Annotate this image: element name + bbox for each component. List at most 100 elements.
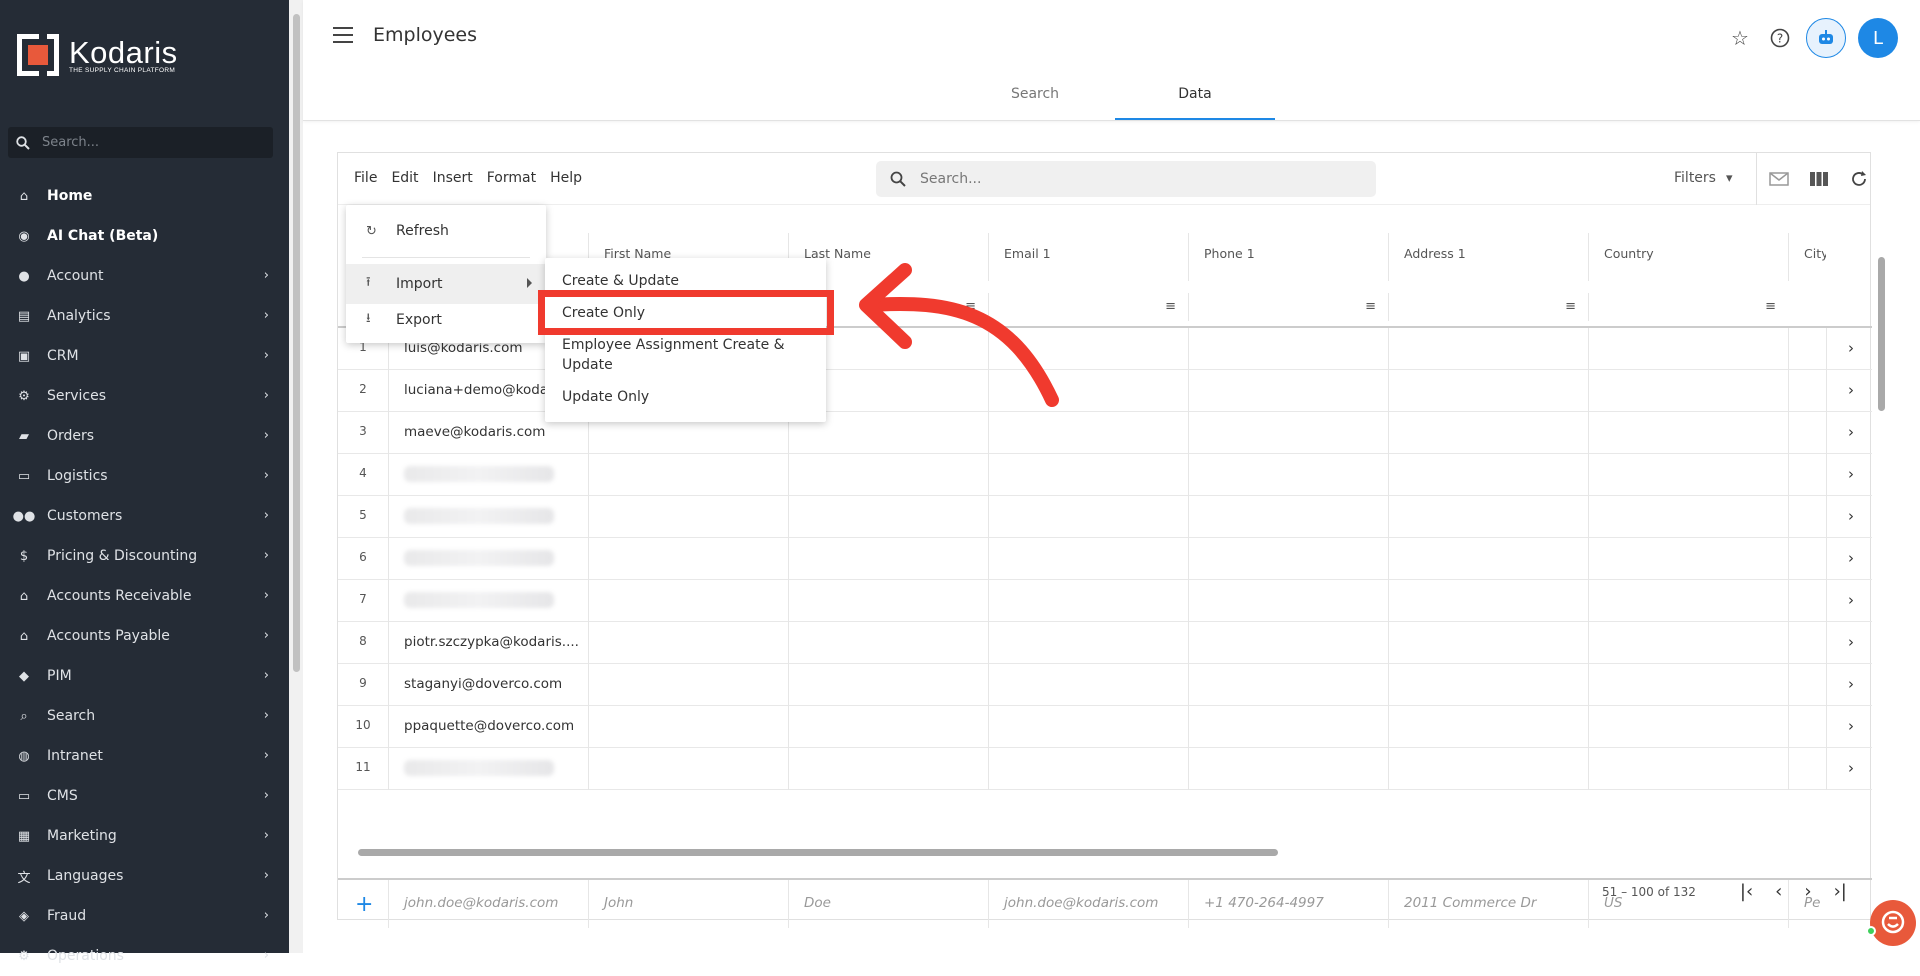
mail-icon[interactable] [1768, 168, 1790, 190]
filter-icon[interactable]: ≡ [965, 299, 976, 314]
table-cell[interactable] [1388, 622, 1588, 664]
sidebar-item-account[interactable]: ● Account › [0, 256, 289, 296]
sidebar-item-home[interactable]: ⌂ Home [0, 176, 289, 216]
star-icon[interactable]: ☆ [1728, 26, 1752, 50]
new-row-email[interactable]: john.doe@kodaris.com [988, 880, 1188, 928]
chevron-right-icon[interactable]: › [1848, 717, 1854, 735]
login-cell[interactable] [388, 748, 588, 790]
table-cell[interactable] [1388, 748, 1588, 790]
table-vertical-scrollbar[interactable] [1876, 237, 1886, 792]
sidebar-item-pim[interactable]: ◆ PIM › [0, 656, 289, 696]
login-cell[interactable] [388, 496, 588, 538]
column-header-country[interactable]: Country [1588, 233, 1788, 281]
menu-format[interactable]: Format [487, 170, 536, 186]
menu-help[interactable]: Help [550, 170, 582, 186]
chat-bubble-button[interactable] [1870, 900, 1916, 946]
table-cell[interactable] [1788, 580, 1826, 622]
chevron-right-icon[interactable]: › [1848, 675, 1854, 693]
sidebar-item-operations[interactable]: ⚙ Operations › [0, 936, 289, 976]
table-row[interactable]: 8 piotr.szczypka@kodaris.... › [338, 622, 1872, 664]
sidebar-item-logistics[interactable]: ▭ Logistics › [0, 456, 289, 496]
table-cell[interactable] [1188, 538, 1388, 580]
table-cell[interactable] [788, 664, 988, 706]
chevron-right-icon[interactable]: › [1848, 507, 1854, 525]
table-row[interactable]: 6 › [338, 538, 1872, 580]
chevron-right-icon[interactable]: › [1848, 423, 1854, 441]
chevron-right-icon[interactable]: › [1848, 339, 1854, 357]
menu-edit[interactable]: Edit [391, 170, 418, 186]
table-cell[interactable] [1788, 706, 1826, 748]
table-cell[interactable] [1788, 454, 1826, 496]
import-update-only[interactable]: Update Only [545, 381, 826, 413]
table-cell[interactable] [988, 748, 1188, 790]
table-cell[interactable] [1588, 706, 1788, 748]
table-row[interactable]: 11 › [338, 748, 1872, 790]
table-cell[interactable] [788, 580, 988, 622]
table-row[interactable]: 9 staganyi@doverco.com › [338, 664, 1872, 706]
new-row-phone[interactable]: +1 470-264-4997 [1188, 880, 1388, 928]
sidebar-item-orders[interactable]: ▰ Orders › [0, 416, 289, 456]
table-cell[interactable] [588, 538, 788, 580]
table-cell[interactable] [788, 706, 988, 748]
chevron-right-icon[interactable]: › [1848, 381, 1854, 399]
sidebar-scrollbar[interactable] [289, 0, 303, 953]
table-cell[interactable] [1188, 496, 1388, 538]
new-row-last-name[interactable]: Doe [788, 880, 988, 928]
table-cell[interactable] [1188, 748, 1388, 790]
kodaris-logo[interactable]: Kodaris THE SUPPLY CHAIN PLATFORM [17, 34, 178, 76]
table-cell[interactable] [588, 748, 788, 790]
grid-search-input[interactable] [918, 170, 1338, 188]
add-row-icon[interactable]: + [355, 892, 373, 917]
column-header-city[interactable]: City [1788, 233, 1826, 281]
table-cell[interactable] [1188, 706, 1388, 748]
sidebar-item-fraud[interactable]: ◈ Fraud › [0, 896, 289, 936]
file-menu-import[interactable]: ⭱ Import [346, 264, 546, 304]
filters-dropdown[interactable]: Filters ▾ [1674, 170, 1733, 186]
first-page-icon[interactable]: |‹ [1740, 881, 1753, 902]
table-cell[interactable] [1588, 496, 1788, 538]
table-cell[interactable] [988, 664, 1188, 706]
table-cell[interactable] [1588, 748, 1788, 790]
sidebar-item-accounts-receivable[interactable]: ⌂ Accounts Receivable › [0, 576, 289, 616]
table-cell[interactable] [1388, 706, 1588, 748]
table-cell[interactable] [1588, 538, 1788, 580]
table-cell[interactable] [1788, 496, 1826, 538]
tab-search[interactable]: Search [955, 78, 1115, 120]
table-cell[interactable] [788, 622, 988, 664]
ai-assistant-button[interactable] [1806, 18, 1846, 58]
table-cell[interactable] [988, 370, 1188, 412]
next-page-icon[interactable]: › [1804, 881, 1811, 902]
table-cell[interactable] [1588, 454, 1788, 496]
menu-insert[interactable]: Insert [433, 170, 473, 186]
tab-data[interactable]: Data [1115, 78, 1275, 120]
sidebar-search-input[interactable] [40, 134, 260, 151]
sidebar-item-search[interactable]: ⌕ Search › [0, 696, 289, 736]
table-row[interactable]: 7 › [338, 580, 1872, 622]
table-row[interactable]: 5 › [338, 496, 1872, 538]
table-cell[interactable] [988, 496, 1188, 538]
table-cell[interactable] [988, 454, 1188, 496]
table-cell[interactable] [1788, 328, 1826, 370]
table-cell[interactable] [1388, 370, 1588, 412]
table-cell[interactable] [1388, 580, 1588, 622]
table-cell[interactable] [788, 454, 988, 496]
table-horizontal-scrollbar[interactable] [346, 846, 1866, 858]
table-cell[interactable] [988, 412, 1188, 454]
table-cell[interactable] [788, 538, 988, 580]
table-cell[interactable] [588, 664, 788, 706]
menu-icon[interactable] [333, 27, 353, 43]
previous-page-icon[interactable]: ‹ [1775, 881, 1782, 902]
table-cell[interactable] [1388, 454, 1588, 496]
avatar[interactable]: L [1858, 18, 1898, 58]
sidebar-item-crm[interactable]: ▣ CRM › [0, 336, 289, 376]
table-cell[interactable] [1788, 538, 1826, 580]
help-icon[interactable]: ? [1768, 26, 1792, 50]
table-cell[interactable] [1588, 664, 1788, 706]
table-cell[interactable] [1788, 748, 1826, 790]
table-cell[interactable] [988, 328, 1188, 370]
horizontal-scroll-thumb[interactable] [358, 849, 1278, 856]
table-cell[interactable] [788, 496, 988, 538]
column-header-email-1[interactable]: Email 1 [988, 233, 1188, 281]
new-row-address[interactable]: 2011 Commerce Dr [1388, 880, 1588, 928]
table-cell[interactable] [1388, 412, 1588, 454]
